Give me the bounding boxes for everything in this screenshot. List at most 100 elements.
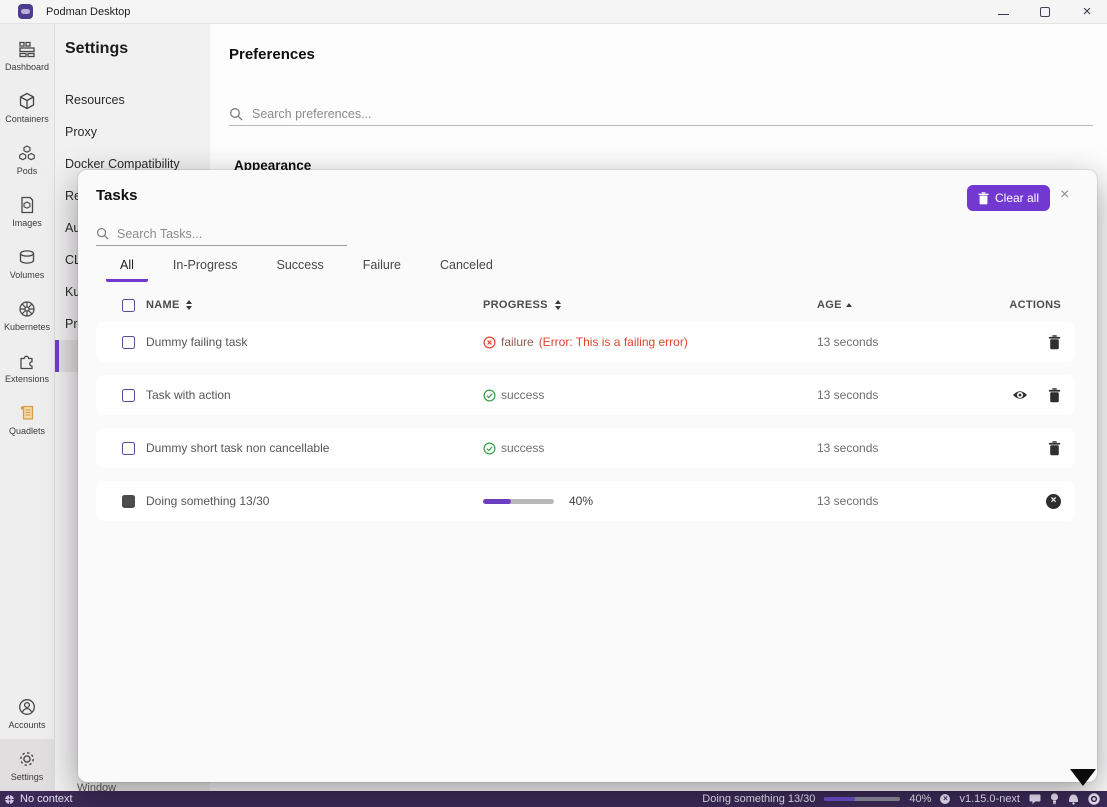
sidebar-item-dashboard[interactable]: Dashboard [0, 29, 54, 81]
delete-task-button[interactable] [1048, 388, 1061, 403]
task-row[interactable]: Doing something 13/30 40% 13 seconds × [96, 481, 1075, 521]
task-progress-label: 40% [569, 494, 593, 508]
row-checkbox[interactable] [122, 336, 135, 349]
troubleshooting-button[interactable] [1088, 793, 1100, 805]
podman-desktop-window: Podman Desktop × Dashboard Containers Po… [0, 0, 1107, 807]
gear-icon [17, 749, 37, 769]
trash-icon [1048, 441, 1061, 456]
sort-ascending-icon[interactable] [846, 303, 852, 307]
help-button[interactable] [1050, 793, 1059, 805]
volumes-icon [17, 247, 37, 267]
kube-context-label: No context [20, 793, 73, 805]
sidebar-item-settings[interactable]: Settings [0, 739, 54, 791]
kube-context-button[interactable]: No context [4, 793, 73, 805]
select-all-checkbox[interactable] [122, 299, 135, 312]
tasks-search-input[interactable] [117, 227, 347, 241]
window-title: Podman Desktop [46, 6, 130, 18]
task-row[interactable]: Task with action success 13 seconds [96, 375, 1075, 415]
row-checkbox-disabled [122, 495, 135, 508]
sort-icon[interactable] [555, 300, 561, 310]
lifebuoy-icon [1088, 793, 1100, 805]
sort-icon[interactable] [186, 300, 192, 310]
sidebar-item-label: Pods [17, 166, 38, 176]
tab-canceled[interactable]: Canceled [426, 258, 507, 282]
tab-all[interactable]: All [106, 258, 148, 282]
sidebar-item-label: Volumes [10, 270, 45, 280]
notifications-button[interactable] [1068, 793, 1079, 805]
kubernetes-context-icon [4, 794, 15, 805]
delete-task-button[interactable] [1048, 441, 1061, 456]
minimize-button[interactable] [997, 6, 1009, 18]
close-button[interactable]: × [1081, 6, 1093, 18]
clear-all-label: Clear all [995, 191, 1039, 205]
quadlets-icon [17, 403, 37, 423]
row-checkbox[interactable] [122, 442, 135, 455]
search-icon [96, 227, 109, 240]
settings-nav-item-proxy[interactable]: Proxy [55, 116, 210, 148]
feedback-button[interactable] [1029, 794, 1041, 805]
status-bar: No context Doing something 13/30 40% × v… [0, 791, 1107, 807]
delete-task-button[interactable] [1048, 335, 1061, 350]
containers-icon [17, 91, 37, 111]
sidebar-item-images[interactable]: Images [0, 185, 54, 237]
titlebar: Podman Desktop × [0, 0, 1107, 24]
task-progress-bar [483, 499, 554, 504]
cancel-task-button[interactable]: × [1046, 494, 1061, 509]
row-checkbox[interactable] [122, 389, 135, 402]
sidebar-item-kubernetes[interactable]: Kubernetes [0, 289, 54, 341]
maximize-button[interactable] [1039, 6, 1051, 18]
task-status: success [501, 388, 544, 402]
task-row[interactable]: Dummy short task non cancellable success… [96, 428, 1075, 468]
status-bar-right: Doing something 13/30 40% × v1.15.0-next [702, 793, 1100, 805]
settings-nav-title: Settings [65, 40, 128, 58]
modal-close-button[interactable]: × [1060, 187, 1069, 203]
extensions-icon [17, 351, 37, 371]
success-icon [483, 442, 496, 455]
tab-failure[interactable]: Failure [349, 258, 415, 282]
sidebar-item-label: Accounts [8, 720, 45, 730]
trash-icon [1048, 388, 1061, 403]
sidebar-item-label: Containers [5, 114, 49, 124]
sidebar-item-label: Extensions [5, 374, 49, 384]
sidebar-item-volumes[interactable]: Volumes [0, 237, 54, 289]
settings-nav-item-resources[interactable]: Resources [55, 84, 210, 116]
sidebar-item-quadlets[interactable]: Quadlets [0, 393, 54, 445]
preferences-search[interactable] [229, 102, 1093, 126]
accounts-icon [17, 697, 37, 717]
column-header-name[interactable]: NAME [146, 299, 180, 311]
statusbar-progress-bar [824, 797, 900, 801]
tasks-table-header: NAME PROGRESS AGE ACTIONS [96, 294, 1075, 316]
task-row[interactable]: Dummy failing task failure (Error: This … [96, 322, 1075, 362]
view-task-button[interactable] [1012, 389, 1028, 401]
statusbar-task-label[interactable]: Doing something 13/30 [702, 793, 815, 805]
clear-all-button[interactable]: Clear all [967, 185, 1050, 211]
trash-icon [978, 192, 989, 205]
tab-in-progress[interactable]: In-Progress [159, 258, 252, 282]
statusbar-progress-label: 40% [909, 793, 931, 805]
task-age: 13 seconds [817, 494, 878, 508]
search-icon [229, 107, 243, 121]
preferences-search-input[interactable] [252, 107, 1093, 121]
sidebar-item-containers[interactable]: Containers [0, 81, 54, 133]
app-version[interactable]: v1.15.0-next [959, 793, 1020, 805]
task-age: 13 seconds [817, 335, 878, 349]
sidebar-item-pods[interactable]: Pods [0, 133, 54, 185]
sidebar-item-extensions[interactable]: Extensions [0, 341, 54, 393]
maximize-icon [1040, 7, 1050, 17]
column-header-progress[interactable]: PROGRESS [483, 299, 548, 311]
tasks-search[interactable] [96, 222, 347, 246]
pods-icon [17, 143, 37, 163]
tab-success[interactable]: Success [263, 258, 338, 282]
task-age: 13 seconds [817, 441, 878, 455]
sidebar-item-label: Quadlets [9, 426, 45, 436]
column-header-age[interactable]: AGE [817, 299, 842, 311]
sidebar-item-label: Dashboard [5, 62, 49, 72]
sidebar-item-label: Settings [11, 772, 44, 782]
task-name: Dummy failing task [146, 335, 247, 349]
failure-icon [483, 336, 496, 349]
tasks-tabs: All In-Progress Success Failure Canceled [106, 258, 518, 282]
task-status: failure [501, 335, 534, 349]
sidebar-item-accounts[interactable]: Accounts [0, 687, 54, 739]
statusbar-cancel-task-button[interactable]: × [940, 794, 950, 804]
trash-icon [1048, 335, 1061, 350]
